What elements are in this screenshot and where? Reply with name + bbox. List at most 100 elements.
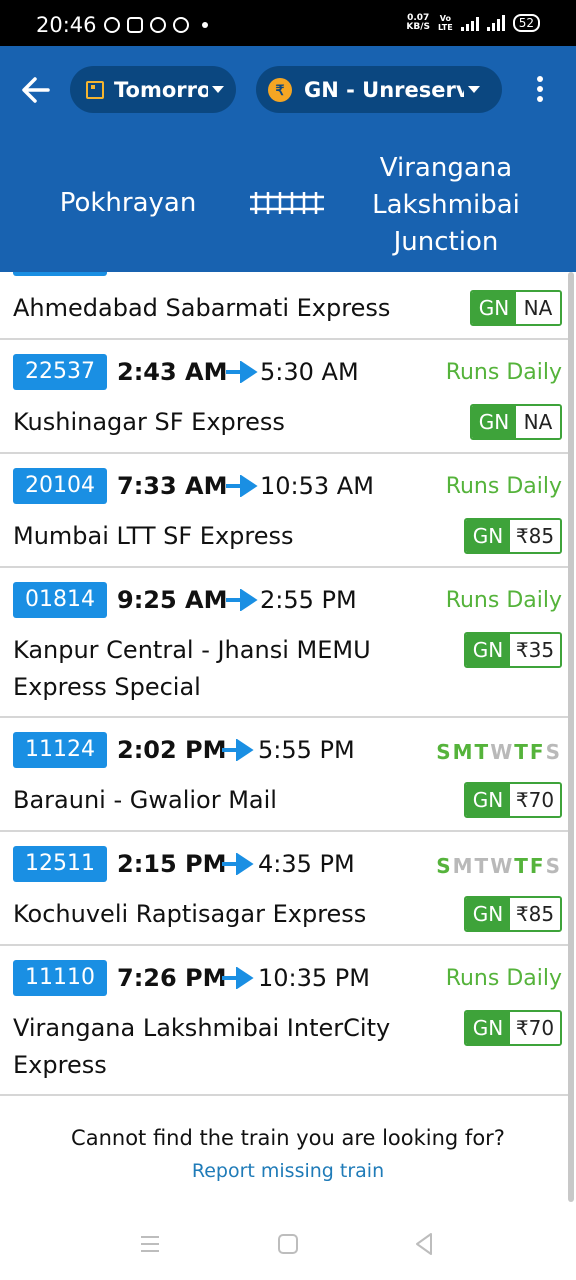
run-day: T: [514, 854, 530, 878]
train-name: Kanpur Central - Jhansi MEMU Express Spe…: [13, 636, 371, 701]
arrival-time: 10:53 AM: [260, 472, 374, 500]
train-number-badge: 12511: [13, 846, 107, 882]
fare-badge: GN ₹70: [464, 1010, 562, 1046]
train-number-badge: 11124: [13, 732, 107, 768]
class-filter-label: GN - Unreserved: [304, 77, 464, 102]
run-day: S: [436, 740, 453, 764]
route-to-line: Junction: [393, 227, 499, 257]
whatsapp-icon: [150, 17, 166, 33]
status-time: 20:46: [36, 13, 97, 37]
fare-class: GN: [466, 1012, 510, 1044]
train-row[interactable]: 20104 7:33 AM 10:53 AM Runs Daily Mumbai…: [0, 454, 568, 568]
route-header: Pokhrayan Virangana Lakshmibai Junction: [0, 134, 576, 272]
runs-daily-label: Runs Daily: [445, 474, 562, 499]
train-list[interactable]: Ahmedabad Sabarmati Express GN NA 22537 …: [0, 272, 576, 1098]
report-missing-train-link[interactable]: Report missing train: [0, 1160, 576, 1182]
more-options-icon[interactable]: [530, 76, 550, 106]
back-arrow-icon[interactable]: [18, 72, 54, 108]
date-filter-dropdown[interactable]: Tomorrow: [70, 66, 236, 113]
train-row[interactable]: 11110 7:26 PM 10:35 PM Runs Daily Virang…: [0, 946, 568, 1096]
railway-track-icon: [250, 192, 324, 214]
route-to-line: Virangana: [379, 153, 513, 183]
cloud-icon: [173, 17, 189, 33]
back-icon[interactable]: [408, 1228, 440, 1260]
train-row[interactable]: 22537 2:43 AM 5:30 AM Runs Daily Kushina…: [0, 340, 568, 454]
instagram-icon: [127, 17, 143, 33]
run-day: F: [529, 740, 546, 764]
arrival-time: 4:35 PM: [258, 850, 355, 878]
net-speed-unit: KB/S: [406, 22, 431, 32]
departure-time: 7:26 PM: [117, 964, 227, 992]
net-speed: 0.07 KB/S: [406, 14, 430, 32]
run-day: S: [545, 740, 562, 764]
departure-time: 7:33 AM: [117, 472, 228, 500]
run-day: M: [452, 854, 475, 878]
train-number-badge: 20104: [13, 468, 107, 504]
app-root: 20:46 0.07 KB/S Vo LTE 52 Tomorro ₹ GN -…: [0, 0, 576, 1280]
run-day: S: [436, 854, 453, 878]
arrival-time: 5:55 PM: [258, 736, 355, 764]
train-name: Mumbai LTT SF Express: [13, 522, 294, 550]
run-day: T: [514, 740, 530, 764]
train-row[interactable]: 12511 2:15 PM 4:35 PM SMTWTFS Kochuveli …: [0, 832, 568, 946]
arrow-right-icon: [226, 589, 258, 611]
run-days: SMTWTFS: [436, 854, 562, 878]
fare-class: GN: [472, 406, 516, 438]
arrival-time: 5:30 AM: [260, 358, 359, 386]
runs-daily-label: Runs Daily: [445, 588, 562, 613]
fare-badge: GN ₹85: [464, 896, 562, 932]
battery-icon: 52: [512, 14, 540, 32]
departure-time: 2:02 PM: [117, 736, 227, 764]
list-scrollbar[interactable]: [568, 272, 574, 1202]
train-row[interactable]: 01814 9:25 AM 2:55 PM Runs Daily Kanpur …: [0, 568, 568, 718]
train-row[interactable]: Ahmedabad Sabarmati Express GN NA: [0, 272, 568, 340]
train-name: Virangana Lakshmibai InterCity Express: [13, 1014, 391, 1079]
fare-badge: GN ₹35: [464, 632, 562, 668]
fare-amount: NA: [516, 292, 560, 324]
app-bar: Tomorrow ₹ GN - Unreserved: [0, 46, 576, 134]
status-right: 0.07 KB/S Vo LTE 52: [406, 14, 540, 32]
departure-time: 9:25 AM: [117, 586, 228, 614]
fare-amount: ₹85: [510, 520, 560, 552]
fare-amount: ₹70: [510, 784, 560, 816]
app-notification-icon: [104, 17, 120, 33]
recent-apps-icon[interactable]: [134, 1228, 166, 1260]
run-day: F: [529, 854, 546, 878]
rupee-icon: ₹: [268, 77, 292, 102]
system-nav-bar: [0, 1208, 576, 1280]
train-name: Ahmedabad Sabarmati Express: [13, 294, 391, 322]
missing-train-question: Cannot find the train you are looking fo…: [71, 1126, 505, 1150]
run-day: T: [474, 854, 491, 878]
train-name: Kochuveli Raptisagar Express: [13, 900, 367, 928]
notification-icons: [104, 17, 208, 33]
train-number-badge: 11110: [13, 960, 107, 996]
fare-amount: ₹35: [510, 634, 560, 666]
date-filter-label: Tomorrow: [114, 77, 208, 102]
fare-amount: ₹85: [510, 898, 560, 930]
arrival-time: 2:55 PM: [260, 586, 357, 614]
fare-class: GN: [466, 520, 510, 552]
fare-badge: GN ₹70: [464, 782, 562, 818]
run-day: S: [545, 854, 562, 878]
route-to-line: Lakshmibai: [372, 190, 520, 220]
runs-daily-label: Runs Daily: [445, 360, 562, 385]
home-icon[interactable]: [272, 1228, 304, 1260]
run-days: SMTWTFS: [436, 740, 562, 764]
arrow-right-icon: [222, 853, 254, 875]
train-row[interactable]: 11124 2:02 PM 5:55 PM SMTWTFS Barauni - …: [0, 718, 568, 832]
fare-badge: GN NA: [470, 404, 562, 440]
arrow-right-icon: [222, 967, 254, 989]
fare-class: GN: [466, 898, 510, 930]
volte-icon: Vo LTE: [438, 14, 453, 32]
fare-class: GN: [472, 292, 516, 324]
class-filter-dropdown[interactable]: ₹ GN - Unreserved: [256, 66, 502, 113]
train-number-badge: 01814: [13, 582, 107, 618]
route-from: Pokhrayan: [59, 188, 197, 218]
fare-amount: ₹70: [510, 1012, 560, 1044]
fare-badge: GN NA: [470, 290, 562, 326]
train-name: Barauni - Gwalior Mail: [13, 786, 277, 814]
cell-signal-icon: [486, 15, 505, 31]
fare-class: GN: [466, 634, 510, 666]
chevron-down-icon: [212, 86, 224, 93]
arrival-time: 10:35 PM: [258, 964, 370, 992]
